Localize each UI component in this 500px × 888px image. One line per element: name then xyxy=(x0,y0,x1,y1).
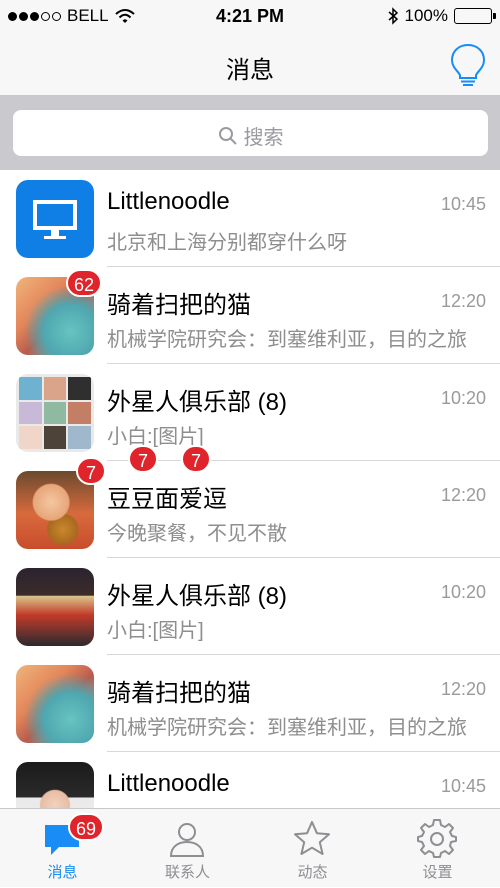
conversation-row[interactable]: 62 骑着扫把的猫 12:20 机械学院研究会：到塞维利亚，目的之旅 xyxy=(0,267,500,364)
tab-label: 动态 xyxy=(297,864,328,881)
tab-settings[interactable]: 设置 xyxy=(375,809,500,888)
conversation-preview: 机械学院研究会：到塞维利亚，目的之旅 xyxy=(107,717,467,739)
conversation-time: 12:20 xyxy=(440,485,486,505)
avatar xyxy=(16,568,94,646)
conversation-row[interactable]: 外星人俱乐部 (8) 10:20 小白:[图片] xyxy=(0,558,500,655)
search-bar-container: 搜索 xyxy=(0,96,500,170)
conversation-time: 10:20 xyxy=(440,388,486,408)
conversation-time: 12:20 xyxy=(440,291,486,311)
person-icon xyxy=(169,823,205,857)
avatar xyxy=(16,180,94,258)
conversation-row[interactable]: Littlenoodle 10:45 北京和上海分别都穿什么呀 xyxy=(0,170,500,267)
gear-icon xyxy=(417,819,457,858)
unread-badge: 69 xyxy=(68,813,105,841)
tab-bar: 69 消息 联系人 动态 设置 xyxy=(0,808,500,887)
group-avatar xyxy=(16,374,94,452)
avatar xyxy=(16,762,94,808)
search-input[interactable]: 搜索 xyxy=(13,110,488,156)
conversation-name: 豆豆面爱逗 xyxy=(107,486,227,513)
battery-icon xyxy=(454,8,496,24)
status-bar: BELL 4:21 PM 100% xyxy=(0,0,500,34)
monitor-icon xyxy=(33,200,77,239)
conversation-preview: 今晚聚餐，不见不散 xyxy=(107,523,287,545)
unread-badge: 7 xyxy=(128,445,158,473)
search-placeholder: 搜索 xyxy=(243,127,284,149)
conversation-name: 外星人俱乐部 (8) xyxy=(107,583,287,610)
conversation-row[interactable]: 7 7 7 豆豆面爱逗 12:20 今晚聚餐，不见不散 xyxy=(0,445,500,558)
conversation-time: 10:45 xyxy=(440,776,486,796)
conversation-preview: 机械学院研究会：到塞维利亚，目的之旅 xyxy=(107,329,467,351)
conversation-preview: 小白:[图片] xyxy=(107,620,204,642)
conversation-row[interactable]: 外星人俱乐部 (8) 10:20 小白:[图片] xyxy=(0,364,500,461)
conversation-name: 骑着扫把的猫 xyxy=(107,680,251,707)
tab-activity[interactable]: 动态 xyxy=(250,809,375,888)
unread-badge: 62 xyxy=(66,269,103,297)
tab-label: 联系人 xyxy=(164,864,210,881)
search-icon xyxy=(218,126,237,145)
status-right: 100% xyxy=(387,6,496,26)
lightbulb-icon[interactable] xyxy=(448,42,488,88)
conversation-time: 10:20 xyxy=(440,582,486,602)
tab-contacts[interactable]: 联系人 xyxy=(125,809,250,888)
unread-badge: 7 xyxy=(76,457,106,485)
conversation-row[interactable]: 骑着扫把的猫 12:20 机械学院研究会：到塞维利亚，目的之旅 xyxy=(0,655,500,752)
tab-label: 设置 xyxy=(422,864,453,881)
star-icon xyxy=(294,821,330,855)
navigation-bar: 消息 xyxy=(0,34,500,96)
bluetooth-icon xyxy=(388,7,398,25)
page-title: 消息 xyxy=(226,57,274,84)
battery-percent: 100% xyxy=(404,6,448,25)
unread-badge: 7 xyxy=(181,445,211,473)
avatar xyxy=(16,665,94,743)
conversation-list: Littlenoodle 10:45 北京和上海分别都穿什么呀 62 骑着扫把的… xyxy=(0,170,500,808)
conversation-time: 12:20 xyxy=(440,679,486,699)
conversation-preview: 小白:[图片] xyxy=(107,426,204,448)
tab-label: 消息 xyxy=(47,864,78,881)
conversation-name: Littlenoodle xyxy=(107,770,230,797)
conversation-row[interactable]: Littlenoodle 10:45 xyxy=(0,752,500,808)
conversation-name: 外星人俱乐部 (8) xyxy=(107,389,287,416)
tab-messages[interactable]: 69 消息 xyxy=(0,809,125,888)
conversation-preview: 北京和上海分别都穿什么呀 xyxy=(107,232,347,254)
conversation-name: Littlenoodle xyxy=(107,188,230,215)
conversation-time: 10:45 xyxy=(440,194,486,214)
conversation-name: 骑着扫把的猫 xyxy=(107,292,251,319)
